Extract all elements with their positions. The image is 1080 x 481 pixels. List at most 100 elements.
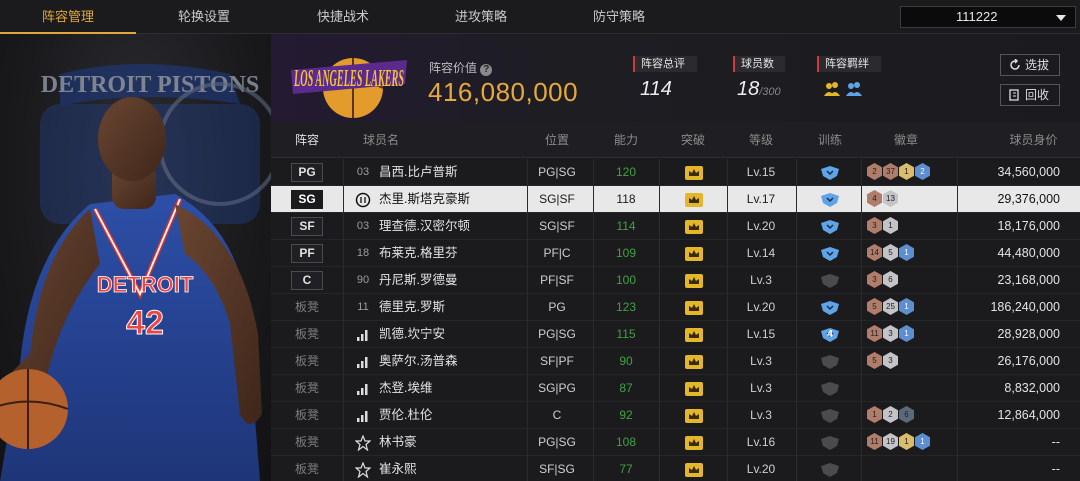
badge-hex-icon[interactable]: 1 — [899, 433, 914, 450]
badge-hex-icon[interactable]: 13 — [883, 190, 898, 207]
badge-hex-icon[interactable]: 6 — [899, 406, 914, 423]
table-row[interactable]: 板凳 林书豪 PG|SG 108 Lv.16 11 19 1 1 -- — [271, 429, 1080, 456]
badge-hex-icon[interactable]: 1 — [899, 244, 914, 261]
badge-hex-icon[interactable]: 3 — [867, 271, 882, 288]
badge-hex-icon[interactable]: 5 — [883, 244, 898, 261]
column-header-ability[interactable]: 能力 — [599, 122, 653, 158]
badge-hex-icon[interactable]: 5 — [867, 298, 882, 315]
badge-hex-icon[interactable]: 1 — [883, 217, 898, 234]
badge-hex-icon[interactable]: 4 — [867, 190, 882, 207]
training-shield-icon[interactable] — [820, 273, 840, 294]
bench-slot-label: 板凳 — [294, 408, 319, 422]
table-row[interactable]: PF 18 布莱克.格里芬 PF|C 109 Lv.14 14 5 1 44,480… — [271, 240, 1080, 267]
help-icon[interactable]: ? — [480, 64, 493, 76]
column-header-slot[interactable]: 阵容 — [271, 122, 343, 158]
breakthrough-crown-icon[interactable] — [685, 328, 703, 342]
player-name[interactable]: 理查德.汉密尔顿 — [379, 213, 470, 240]
breakthrough-crown-icon[interactable] — [685, 463, 703, 477]
badge-hex-icon[interactable]: 3 — [867, 217, 882, 234]
training-shield-icon[interactable] — [820, 354, 840, 375]
player-name[interactable]: 杰登.埃维 — [379, 375, 432, 402]
training-shield-icon[interactable]: 4 — [820, 327, 840, 348]
table-row[interactable]: 板凳 奥萨尔.汤普森 SF|PF 90 Lv.3 53 26,176,000 — [271, 348, 1080, 375]
player-name[interactable]: 林书豪 — [379, 429, 417, 456]
tab-rotation-settings[interactable]: 轮换设置 — [136, 0, 272, 34]
table-row[interactable]: PG 03 昌西.比卢普斯 PG|SG 120 Lv.15 2 37 1 2 34,5… — [271, 159, 1080, 186]
badge-hex-icon[interactable]: 3 — [883, 352, 898, 369]
player-name[interactable]: 崔永熙 — [379, 456, 417, 481]
player-ability: 87 — [619, 381, 633, 395]
badge-hex-icon[interactable]: 5 — [867, 352, 882, 369]
column-header-salary[interactable]: 球员身价 — [987, 122, 1080, 158]
tab-defense-strategy[interactable]: 防守策略 — [551, 0, 687, 34]
column-header-badges[interactable]: 徽章 — [865, 122, 947, 158]
badge-hex-icon[interactable]: 19 — [883, 433, 898, 450]
column-header-level[interactable]: 等级 — [731, 122, 791, 158]
badge-hex-icon[interactable]: 2 — [883, 406, 898, 423]
breakthrough-crown-icon[interactable] — [685, 409, 703, 423]
column-header-position[interactable]: 位置 — [529, 122, 585, 158]
player-name[interactable]: 丹尼斯.罗德曼 — [379, 267, 457, 294]
training-shield-icon[interactable] — [820, 246, 840, 267]
tab-lineup-management[interactable]: 阵容管理 — [0, 0, 136, 34]
player-ability: 108 — [615, 435, 637, 449]
player-name[interactable]: 布莱克.格里芬 — [379, 240, 457, 267]
breakthrough-crown-icon[interactable] — [685, 166, 703, 180]
badge-hex-icon[interactable]: 1 — [899, 325, 914, 342]
table-row[interactable]: 板凳 杰登.埃维 SG|PG 87 Lv.3 8,832,000 — [271, 375, 1080, 402]
breakthrough-crown-icon[interactable] — [685, 382, 703, 396]
team-logo-wordmark: LOS ANGELES LAKERS — [294, 66, 404, 92]
player-name[interactable]: 凯德.坎宁安 — [379, 321, 445, 348]
badge-hex-icon[interactable]: 1 — [899, 298, 914, 315]
breakthrough-crown-icon[interactable] — [685, 355, 703, 369]
breakthrough-crown-icon[interactable] — [685, 436, 703, 450]
badge-hex-icon[interactable]: 37 — [883, 163, 898, 180]
badge-hex-icon[interactable]: 6 — [883, 271, 898, 288]
breakthrough-crown-icon[interactable] — [685, 193, 703, 207]
breakthrough-crown-icon[interactable] — [685, 301, 703, 315]
training-shield-icon[interactable] — [820, 192, 840, 213]
training-shield-icon[interactable] — [820, 435, 840, 456]
table-row[interactable]: SF 03 理查德.汉密尔顿 SG|SF 114 Lv.20 31 18,176… — [271, 213, 1080, 240]
training-shield-icon[interactable] — [820, 300, 840, 321]
badge-hex-icon[interactable]: 25 — [883, 298, 898, 315]
badge-hex-icon[interactable]: 11 — [867, 325, 882, 342]
training-shield-icon[interactable] — [820, 219, 840, 240]
tab-quick-tactics[interactable]: 快捷战术 — [275, 0, 411, 34]
training-shield-icon[interactable] — [820, 462, 840, 481]
table-row[interactable]: SG 杰里.斯塔克豪斯 SG|SF 118 Lv.17 4 13 29,376,0… — [271, 186, 1080, 213]
column-header-breakthrough[interactable]: 突破 — [667, 122, 719, 158]
select-player-button[interactable]: 选拔 — [1000, 54, 1060, 76]
badge-hex-icon[interactable]: 1 — [867, 406, 882, 423]
badge-hex-icon[interactable]: 1 — [915, 433, 930, 450]
table-row[interactable]: 板凳 贾伦.杜伦 C 92 Lv.3 126 12,864,000 — [271, 402, 1080, 429]
training-shield-icon[interactable] — [820, 381, 840, 402]
table-row[interactable]: 板凳 11 德里克.罗斯 PG 123 Lv.20 5 25 1 186,240,0… — [271, 294, 1080, 321]
column-header-name[interactable]: 球员名 — [351, 122, 411, 158]
tab-offense-strategy[interactable]: 进攻策略 — [413, 0, 549, 34]
player-name[interactable]: 昌西.比卢普斯 — [379, 159, 457, 186]
table-row[interactable]: C 90 丹尼斯.罗德曼 PF|SF 100 Lv.3 36 23,168,00… — [271, 267, 1080, 294]
roster-table: 阵容 球员名 位置 能力 突破 等级 训练 徽章 球员身价 PG 03 昌西.比… — [271, 122, 1080, 481]
training-shield-icon[interactable] — [820, 408, 840, 429]
breakthrough-crown-icon[interactable] — [685, 274, 703, 288]
breakthrough-crown-icon[interactable] — [685, 220, 703, 234]
table-row[interactable]: 板凳 崔永熙 SF|SG 77 Lv.20 -- — [271, 456, 1080, 481]
player-name[interactable]: 贾伦.杜伦 — [379, 402, 432, 429]
badge-hex-icon[interactable]: 2 — [867, 163, 882, 180]
chemistry-icons[interactable] — [823, 80, 865, 103]
training-shield-icon[interactable] — [820, 165, 840, 186]
player-name[interactable]: 奥萨尔.汤普森 — [379, 348, 457, 375]
breakthrough-crown-icon[interactable] — [685, 247, 703, 261]
column-header-training[interactable]: 训练 — [802, 122, 858, 158]
table-row[interactable]: 板凳 凯德.坎宁安 PG|SG 115 Lv.15 4 11 3 1 28,928,… — [271, 321, 1080, 348]
player-name[interactable]: 德里克.罗斯 — [379, 294, 445, 321]
player-name[interactable]: 杰里.斯塔克豪斯 — [379, 186, 470, 213]
team-selector-dropdown[interactable]: 111222 — [900, 6, 1076, 28]
badge-hex-icon[interactable]: 2 — [915, 163, 930, 180]
badge-hex-icon[interactable]: 11 — [867, 433, 882, 450]
badge-hex-icon[interactable]: 3 — [883, 325, 898, 342]
badge-hex-icon[interactable]: 14 — [867, 244, 882, 261]
recycle-button[interactable]: 回收 — [1000, 84, 1060, 106]
badge-hex-icon[interactable]: 1 — [899, 163, 914, 180]
